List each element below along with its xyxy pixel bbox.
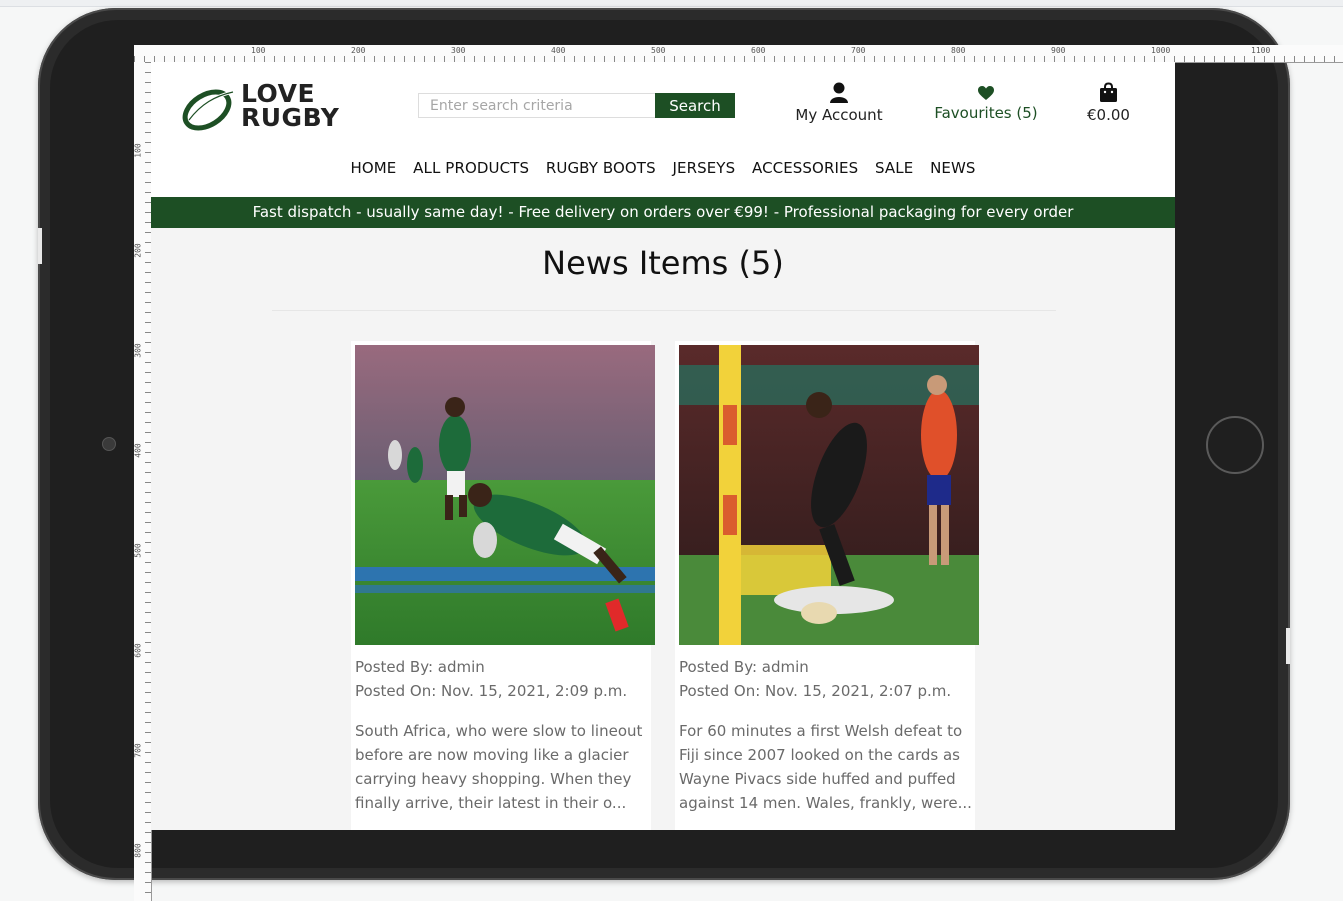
news-meta: Posted By: admin Posted On: Nov. 15, 202… <box>355 655 627 703</box>
nav-news[interactable]: NEWS <box>930 159 975 177</box>
ruler-label: 200 <box>133 243 143 258</box>
nav-accessories[interactable]: ACCESSORIES <box>752 159 858 177</box>
ruler-label: 700 <box>133 743 143 758</box>
nav-all-products[interactable]: ALL PRODUCTS <box>413 159 529 177</box>
browser-top-strip <box>0 0 1343 7</box>
nav-rugby-boots[interactable]: RUGBY BOOTS <box>546 159 656 177</box>
logo-text: LOVE RUGBY <box>241 81 340 132</box>
posted-by: Posted By: admin <box>679 658 809 676</box>
shopping-bag-icon <box>1100 82 1117 102</box>
posted-by: Posted By: admin <box>355 658 485 676</box>
news-excerpt: For 60 minutes a first Welsh defeat to F… <box>679 722 972 812</box>
news-card[interactable]: Posted By: admin Posted On: Nov. 15, 202… <box>675 341 979 830</box>
ruler-label: 300 <box>451 46 466 55</box>
ruler-label: 100 <box>133 143 143 158</box>
ruler-label: 200 <box>351 46 366 55</box>
camera-icon <box>102 437 116 451</box>
site-logo[interactable]: LOVE RUGBY <box>181 81 356 132</box>
ruler-label: 500 <box>133 543 143 558</box>
logo-line-2: RUGBY <box>241 103 340 132</box>
search-form: Search <box>418 93 735 118</box>
ruler-label: 300 <box>133 343 143 358</box>
site-header: LOVE RUGBY Search My Account Favourites … <box>151 62 1175 197</box>
volume-button <box>38 228 42 264</box>
news-image[interactable] <box>355 345 655 645</box>
ruler-label: 400 <box>551 46 566 55</box>
user-icon <box>830 82 848 103</box>
ruler-label: 600 <box>751 46 766 55</box>
nav-jerseys[interactable]: JERSEYS <box>672 159 735 177</box>
side-button <box>1286 628 1290 664</box>
heart-icon <box>978 86 994 100</box>
posted-on: Posted On: Nov. 15, 2021, 2:07 p.m. <box>679 682 952 700</box>
ruler-label: 600 <box>133 643 143 658</box>
search-button[interactable]: Search <box>655 93 735 118</box>
ruler-label: 500 <box>651 46 666 55</box>
ruler-label: 700 <box>851 46 866 55</box>
favourites-link[interactable]: Favourites (5) <box>921 82 1051 122</box>
ruler-horizontal: 100 200 300 400 500 600 700 800 900 1000… <box>134 45 1343 63</box>
ruler-vertical: 100 200 300 400 500 600 700 800 <box>134 62 152 901</box>
basket-link[interactable]: €0.00 <box>1071 82 1146 124</box>
ruler-label: 100 <box>251 46 266 55</box>
posted-on: Posted On: Nov. 15, 2021, 2:09 p.m. <box>355 682 628 700</box>
news-meta: Posted By: admin Posted On: Nov. 15, 202… <box>679 655 951 703</box>
delivery-banner: Fast dispatch - usually same day! - Free… <box>151 197 1175 228</box>
ruler-label: 400 <box>133 443 143 458</box>
news-card[interactable]: Posted By: admin Posted On: Nov. 15, 202… <box>351 341 655 830</box>
news-photo-wales-try <box>679 345 979 645</box>
ruler-label: 800 <box>951 46 966 55</box>
divider <box>272 310 1056 311</box>
nav-sale[interactable]: SALE <box>875 159 913 177</box>
search-input[interactable] <box>418 93 665 118</box>
main-nav: HOME ALL PRODUCTS RUGBY BOOTS JERSEYS AC… <box>151 159 1175 177</box>
ruler-label: 800 <box>133 843 143 858</box>
my-account-link[interactable]: My Account <box>787 82 891 124</box>
nav-home[interactable]: HOME <box>350 159 396 177</box>
news-image[interactable] <box>679 345 979 645</box>
ruler-label: 1000 <box>1151 46 1171 55</box>
device-screen: LOVE RUGBY Search My Account Favourites … <box>151 62 1175 830</box>
home-button[interactable] <box>1206 416 1264 474</box>
news-excerpt: South Africa, who were slow to lineout b… <box>355 722 643 812</box>
ruler-label: 900 <box>1051 46 1066 55</box>
rugby-ball-logo-icon <box>182 89 234 131</box>
news-photo-springbok-try <box>355 345 655 645</box>
ruler-label: 1100 <box>1251 46 1271 55</box>
my-account-label: My Account <box>795 106 883 124</box>
favourites-label: Favourites (5) <box>934 104 1038 122</box>
basket-total: €0.00 <box>1087 106 1130 124</box>
page-title: News Items (5) <box>542 244 784 282</box>
